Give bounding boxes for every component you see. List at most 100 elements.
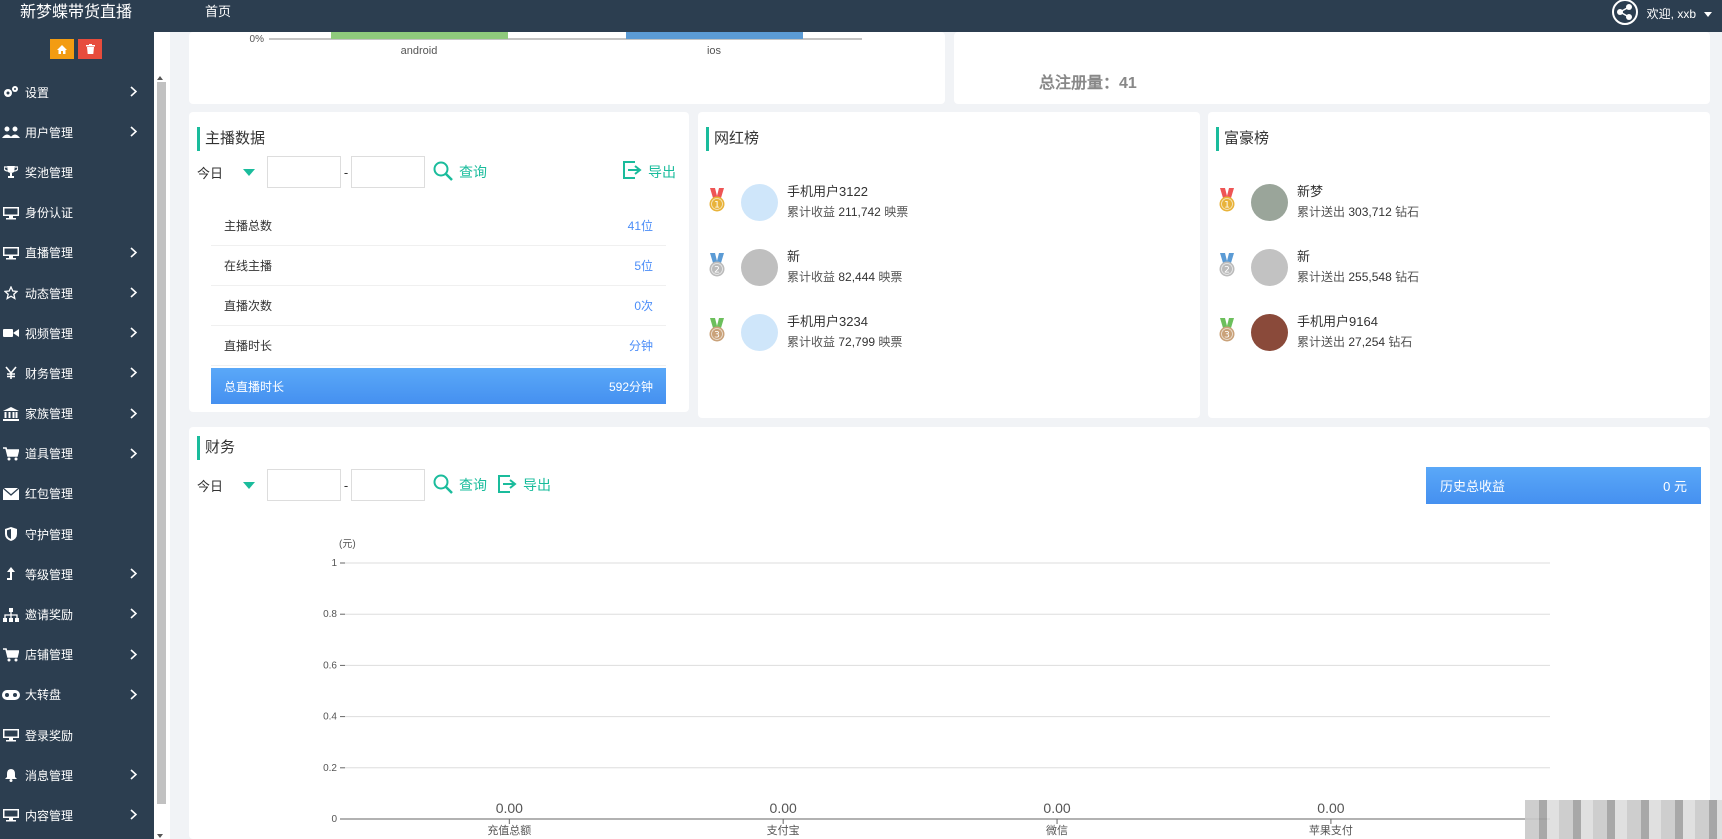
sidebar-item[interactable]: 动态管理: [0, 273, 154, 313]
home-tab[interactable]: 首页: [205, 3, 231, 21]
sidebar-item-label: 等级管理: [25, 567, 74, 582]
avatar[interactable]: [741, 183, 778, 221]
sidebar-item[interactable]: 用户管理: [0, 112, 154, 152]
anchor-start-date-input[interactable]: [267, 156, 341, 188]
anchor-end-date-input[interactable]: [351, 156, 425, 188]
share-icon[interactable]: [1611, 0, 1639, 28]
home-button[interactable]: [50, 39, 74, 59]
history-revenue-value: 0 元: [1663, 479, 1687, 494]
sidebar-item-label: 红包管理: [25, 487, 74, 502]
rank-item[interactable]: 3 手机用户9164 累计送出 27,254 钻石: [1218, 312, 1412, 352]
anchor-filter-bar: 今日 - 查询: [197, 156, 487, 188]
sidebar: 设置用户管理 奖池管理身份认证直播管理动态管理视频管理财务管理 家族管理 道具管理红包…: [0, 32, 154, 839]
rank-item[interactable]: 3 手机用户3234 累计收益 72,799 映票: [708, 312, 902, 352]
device-chart-xtick-android: android: [401, 45, 438, 57]
welcome-text[interactable]: 欢迎, xxb: [1647, 5, 1696, 22]
avatar[interactable]: [741, 313, 778, 351]
sidebar-item[interactable]: 视频管理: [0, 313, 154, 353]
date-separator: -: [343, 164, 349, 180]
chart-y-tick-label: 0.8: [323, 609, 337, 620]
sidebar-item-label: 设置: [25, 85, 50, 100]
stat-row: 主播总数 41位: [211, 206, 666, 246]
sidebar-item[interactable]: 直播管理: [0, 233, 154, 273]
rank-unit: 钻石: [1395, 205, 1420, 219]
user-menu[interactable]: 欢迎, xxb: [1611, 0, 1712, 26]
svg-text:1: 1: [1224, 200, 1230, 210]
sidebar-item-label: 邀请奖励: [25, 608, 74, 623]
sidebar-item[interactable]: 守护管理: [0, 514, 154, 554]
stat-label: 直播次数: [224, 299, 273, 313]
sidebar-item[interactable]: 设置: [0, 72, 154, 112]
chevron-right-icon: [130, 768, 138, 783]
chart-data-label: 0.00: [770, 800, 797, 816]
sidebar-item-label: 视频管理: [25, 326, 74, 341]
sidebar-item[interactable]: 家族管理: [0, 394, 154, 434]
top-navbar: 新梦蝶带货直播 首页 欢迎, xxb: [0, 0, 1722, 32]
sidebar-item[interactable]: 登录奖励: [0, 715, 154, 755]
anchor-panel-title: 主播数据: [197, 127, 265, 151]
scroll-down-arrow-icon[interactable]: [155, 828, 165, 839]
rank-prefix: 累计送出: [1297, 205, 1346, 219]
stat-label: 总直播时长: [224, 379, 285, 394]
medal-icon: 1: [1218, 187, 1240, 217]
home-icon: [57, 42, 67, 57]
trash-button[interactable]: [78, 39, 102, 59]
avatar[interactable]: [741, 248, 778, 286]
sidebar-item-label: 身份认证: [25, 206, 74, 221]
search-icon: [433, 161, 453, 184]
rank-item[interactable]: 2 新累计送出 255,548 钻石: [1218, 247, 1419, 287]
sidebar-menu: 设置用户管理 奖池管理身份认证直播管理动态管理视频管理财务管理 家族管理 道具管理红包…: [0, 72, 154, 836]
sidebar-item[interactable]: 红包管理: [0, 474, 154, 514]
rank-item[interactable]: 1 手机用户3122 累计收益 211,742 映票: [708, 182, 908, 222]
sidebar-item[interactable]: 消息管理: [0, 755, 154, 795]
caret-down-icon[interactable]: [1704, 6, 1712, 21]
sidebar-item[interactable]: 店铺管理: [0, 635, 154, 675]
scrollbar-thumb[interactable]: [157, 82, 166, 804]
avatar[interactable]: [1251, 313, 1288, 351]
stat-label: 主播总数: [224, 219, 273, 233]
sidebar-item-label: 守护管理: [25, 527, 74, 542]
trash-icon: [85, 42, 95, 57]
avatar[interactable]: [1251, 183, 1288, 221]
stat-value: 41位: [627, 219, 653, 233]
sidebar-item-label: 直播管理: [25, 246, 74, 261]
monitor-icon: [0, 206, 22, 220]
chevron-right-icon: [130, 366, 138, 381]
chart-x-tick-label: 支付宝: [767, 823, 800, 837]
sidebar-item[interactable]: 财务管理: [0, 353, 154, 393]
rank-item[interactable]: 1 新梦 累计送出 303,712 钻石: [1218, 182, 1419, 222]
rank-item[interactable]: 2 新累计收益 82,444 映票: [708, 247, 902, 287]
shield-icon: [0, 527, 22, 542]
avatar[interactable]: [1251, 248, 1288, 286]
sidebar-item[interactable]: 奖池管理: [0, 152, 154, 192]
sidebar-item[interactable]: 内容管理: [0, 795, 154, 835]
fuhao-panel-title: 富豪榜: [1216, 127, 1269, 151]
medal-icon: 3: [708, 317, 730, 347]
anchor-query-button[interactable]: 查询: [433, 161, 487, 184]
chart-y-tick-label: 0.4: [323, 712, 337, 723]
stat-value: 5位: [634, 259, 653, 273]
level-up-icon: [0, 567, 22, 581]
monitor-icon: [0, 246, 22, 260]
rank-unit: 钻石: [1388, 335, 1413, 349]
sidebar-item[interactable]: 邀请奖励: [0, 594, 154, 634]
sidebar-item[interactable]: 身份认证: [0, 193, 154, 233]
chevron-right-icon: [130, 648, 138, 663]
chart-y-tick-label: 0.2: [323, 763, 337, 774]
rank-name: 手机用户9164: [1297, 314, 1378, 329]
sidebar-item[interactable]: 等级管理: [0, 554, 154, 594]
total-register-label: 总注册量：: [1039, 75, 1120, 92]
anchor-date-select[interactable]: 今日: [197, 163, 267, 182]
medal-icon: 2: [708, 252, 730, 282]
sidebar-item[interactable]: 道具管理: [0, 434, 154, 474]
sidebar-item[interactable]: 大转盘: [0, 675, 154, 715]
rank-unit: 钻石: [1395, 270, 1420, 284]
anchor-export-button[interactable]: 导出: [622, 160, 676, 183]
rank-name: 手机用户3122: [787, 184, 868, 199]
envelope-icon: [0, 487, 22, 500]
stat-row: 直播次数 0次: [211, 286, 666, 326]
wanghong-panel: 网红榜 1 手机用户3122 累计收益 211,742 映票 2 新累计收益 82,44…: [698, 112, 1200, 418]
brand-title[interactable]: 新梦蝶带货直播: [20, 2, 132, 24]
sidebar-item-label: 动态管理: [25, 286, 74, 301]
rank-unit: 映票: [878, 270, 903, 284]
